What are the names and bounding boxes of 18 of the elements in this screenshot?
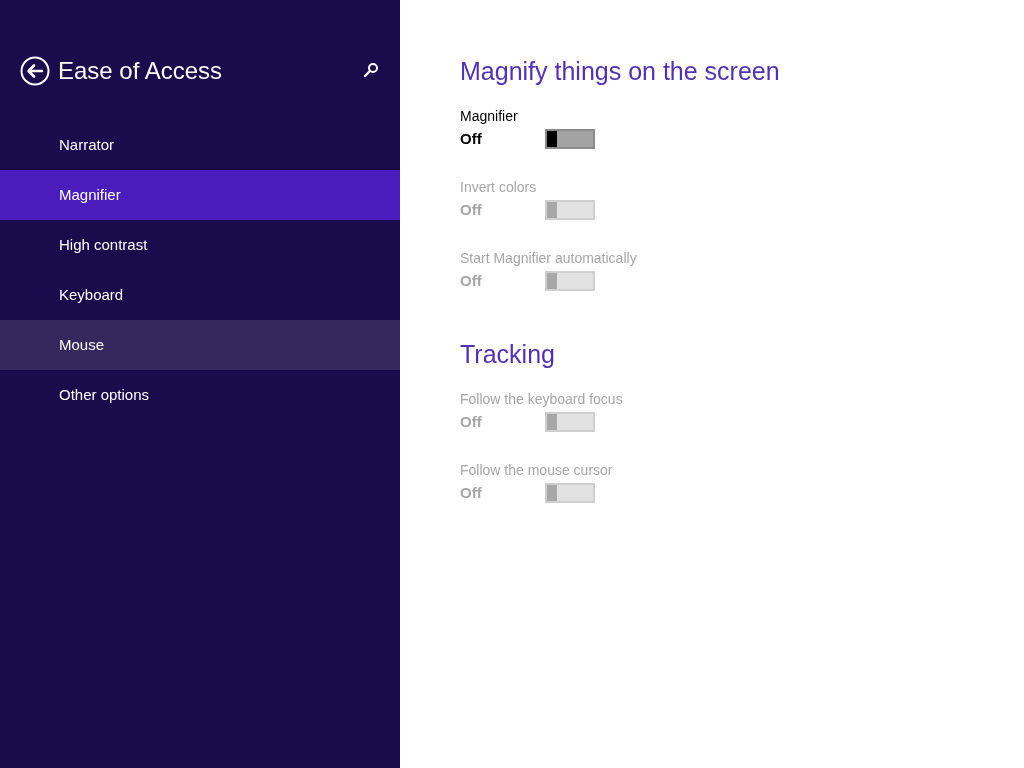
sidebar-item[interactable]: Mouse	[0, 320, 400, 370]
toggle-state-text: Off	[460, 411, 483, 432]
toggle-state-text: Off	[460, 128, 483, 149]
section-heading: Tracking	[460, 339, 556, 370]
toggle-state-text: Off	[460, 199, 483, 220]
sidebar-title: Ease of Access	[58, 56, 223, 86]
setting-label: Invert colors	[460, 178, 538, 197]
toggle-state-text: Off	[460, 270, 483, 291]
toggle-switch[interactable]	[545, 129, 595, 149]
sidebar-item[interactable]: Magnifier	[0, 170, 400, 220]
search-icon[interactable]	[363, 62, 379, 78]
setting-label: Follow the mouse cursor	[460, 461, 614, 480]
setting-label: Follow the keyboard focus	[460, 390, 624, 409]
setting-label: Start Magnifier automatically	[460, 249, 638, 268]
back-icon[interactable]	[20, 56, 50, 86]
section-heading: Magnify things on the screen	[460, 56, 781, 87]
toggle-state-text: Off	[460, 482, 483, 503]
setting-label: Magnifier	[460, 107, 519, 126]
